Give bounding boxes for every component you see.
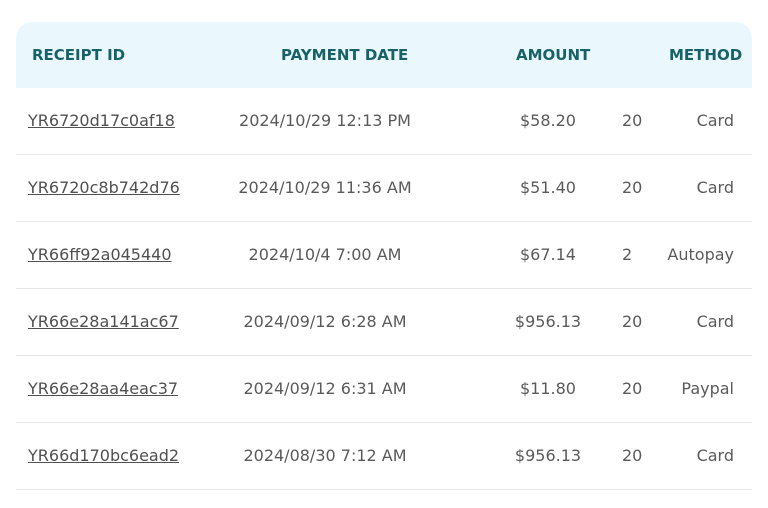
amount-cell: $11.80: [520, 379, 576, 398]
receipt-id-link[interactable]: YR66e28aa4eac37: [28, 379, 178, 398]
payment-date-cell: 2024/10/29 11:36 AM: [238, 178, 412, 197]
truncated-date-cell: 20: [622, 446, 643, 465]
column-header-receipt-id[interactable]: RECEIPT ID: [32, 46, 125, 64]
payment-date-cell: 2024/09/12 6:31 AM: [243, 379, 407, 398]
payments-table: RECEIPT ID PAYMENT DATE AMOUNT METHOD YR…: [16, 22, 752, 490]
truncated-date-cell: 20: [622, 111, 643, 130]
amount-cell: $67.14: [520, 245, 576, 264]
payment-date-cell: 2024/09/12 6:28 AM: [243, 312, 407, 331]
method-cell: Autopay: [667, 245, 734, 264]
amount-cell: $51.40: [520, 178, 576, 197]
payment-date-cell: 2024/10/29 12:13 PM: [239, 111, 411, 130]
receipt-id-link[interactable]: YR6720d17c0af18: [28, 111, 175, 130]
table-header: RECEIPT ID PAYMENT DATE AMOUNT METHOD: [16, 22, 752, 88]
method-cell: Card: [696, 312, 734, 331]
column-header-amount[interactable]: AMOUNT: [516, 46, 590, 64]
table-row: YR66e28aa4eac37 2024/09/12 6:31 AM $11.8…: [16, 356, 752, 423]
method-cell: Card: [696, 446, 734, 465]
amount-cell: $956.13: [514, 446, 582, 465]
table-body: YR6720d17c0af18 2024/10/29 12:13 PM $58.…: [16, 88, 752, 490]
truncated-date-cell: 2: [622, 245, 633, 264]
method-cell: Paypal: [681, 379, 734, 398]
table-row: YR6720c8b742d76 2024/10/29 11:36 AM $51.…: [16, 155, 752, 222]
table-row: YR6720d17c0af18 2024/10/29 12:13 PM $58.…: [16, 88, 752, 155]
payment-date-cell: 2024/10/4 7:00 AM: [248, 245, 402, 264]
column-header-payment-date[interactable]: PAYMENT DATE: [281, 46, 408, 64]
truncated-date-cell: 20: [622, 379, 643, 398]
method-cell: Card: [696, 178, 734, 197]
payment-date-cell: 2024/08/30 7:12 AM: [243, 446, 407, 465]
table-row: YR66d170bc6ead2 2024/08/30 7:12 AM $956.…: [16, 423, 752, 490]
method-cell: Card: [696, 111, 734, 130]
table-row: YR66ff92a045440 2024/10/4 7:00 AM $67.14…: [16, 222, 752, 289]
amount-cell: $58.20: [520, 111, 576, 130]
truncated-date-cell: 20: [622, 312, 643, 331]
receipt-id-link[interactable]: YR66e28a141ac67: [28, 312, 179, 331]
amount-cell: $956.13: [514, 312, 582, 331]
receipt-id-link[interactable]: YR66d170bc6ead2: [28, 446, 179, 465]
column-header-method[interactable]: METHOD: [669, 46, 742, 64]
receipt-id-link[interactable]: YR66ff92a045440: [28, 245, 172, 264]
truncated-date-cell: 20: [622, 178, 643, 197]
receipt-id-link[interactable]: YR6720c8b742d76: [28, 178, 180, 197]
table-row: YR66e28a141ac67 2024/09/12 6:28 AM $956.…: [16, 289, 752, 356]
